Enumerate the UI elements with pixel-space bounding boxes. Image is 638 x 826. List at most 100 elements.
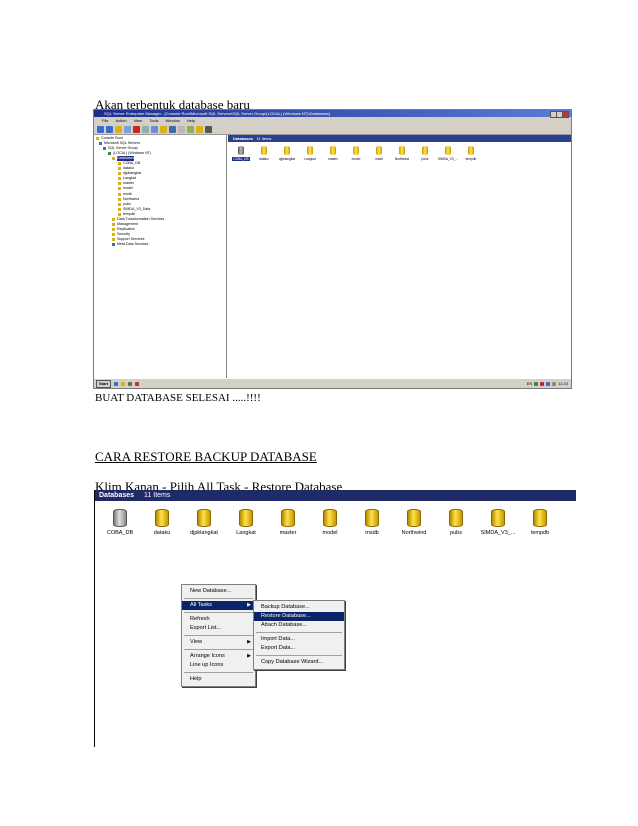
database-item[interactable]: dataku — [141, 509, 183, 536]
database-item[interactable]: djpklangkat — [183, 509, 225, 536]
enterprise-manager-icon[interactable] — [135, 381, 140, 386]
menu-copy-database-wizard[interactable]: Copy Database Wizard... — [254, 658, 344, 667]
database-item[interactable]: tempdb — [461, 146, 481, 161]
database-item[interactable]: master — [323, 146, 343, 161]
database-icon — [118, 212, 121, 216]
menu-arrange-icons[interactable]: Arrange Icons ▶ — [182, 652, 255, 661]
database-item[interactable]: pubs — [415, 146, 435, 161]
tray-icon[interactable] — [546, 381, 551, 386]
menu-separator — [184, 612, 253, 613]
database-icon — [281, 509, 295, 527]
start-button[interactable]: Start — [96, 379, 112, 388]
database-icon[interactable] — [196, 125, 203, 133]
folder-icon — [112, 222, 115, 226]
database-item[interactable]: tempdb — [519, 509, 561, 536]
refresh-icon[interactable] — [151, 125, 158, 133]
tree-item[interactable]: Meta Data Services — [94, 242, 226, 247]
menu-help[interactable]: Help — [187, 117, 195, 124]
database-icon — [118, 197, 121, 201]
caption-finished: BUAT DATABASE SELESAI .....!!!! — [95, 392, 261, 404]
database-item[interactable]: msdb — [351, 509, 393, 536]
menu-separator — [184, 598, 253, 599]
wizard-icon[interactable] — [178, 125, 185, 133]
language-indicator[interactable]: EN — [527, 381, 533, 386]
menu-line-up-icons[interactable]: Line up Icons — [182, 661, 255, 670]
database-item[interactable]: COBA_DB — [99, 509, 141, 536]
database-icon — [118, 192, 121, 196]
up-folder-icon[interactable] — [115, 125, 122, 133]
new-icon[interactable] — [187, 125, 194, 133]
database-icon — [118, 187, 121, 191]
tray-icon[interactable] — [540, 381, 545, 386]
forward-icon[interactable] — [106, 125, 113, 133]
database-item[interactable]: dataku — [254, 146, 274, 161]
back-icon[interactable] — [97, 125, 104, 133]
clock[interactable]: 11:23 — [558, 381, 568, 386]
database-icon — [118, 172, 121, 176]
window-title-bar: SQL Server Enterprise Manager - [Console… — [94, 110, 571, 118]
menu-refresh[interactable]: Refresh — [182, 615, 255, 624]
menu-attach-database[interactable]: Attach Database... — [254, 621, 344, 630]
folder-icon — [112, 243, 115, 246]
database-item[interactable]: Northwind — [393, 509, 435, 536]
menu-restore-database[interactable]: Restore Database... — [254, 612, 344, 621]
menu-export-list[interactable]: Export List... — [182, 624, 255, 633]
menu-backup-database[interactable]: Backup Database... — [254, 603, 344, 612]
database-icon — [197, 509, 211, 527]
database-item[interactable]: model — [346, 146, 366, 161]
submenu-arrow-icon: ▶ — [247, 653, 251, 659]
database-icon — [323, 509, 337, 527]
menu-file[interactable]: File — [102, 117, 108, 124]
database-item[interactable]: Langkat — [300, 146, 320, 161]
database-item[interactable]: COBA_DB — [231, 146, 251, 161]
close-icon[interactable] — [562, 111, 569, 118]
export-icon[interactable] — [160, 125, 167, 133]
database-icon — [155, 509, 169, 527]
database-item[interactable]: msdb — [369, 146, 389, 161]
database-item[interactable]: pubs — [435, 509, 477, 536]
menu-help[interactable]: Help — [182, 675, 255, 684]
help-icon[interactable] — [169, 125, 176, 133]
menu-tools[interactable]: Tools — [149, 117, 158, 124]
server-icon — [99, 142, 102, 146]
database-icon — [422, 146, 428, 155]
explorer-icon[interactable] — [121, 381, 126, 386]
menu-bar: File Action View Tools Window Help — [94, 117, 571, 124]
database-item[interactable]: Northwind — [392, 146, 412, 161]
menu-view[interactable]: View — [134, 117, 143, 124]
window-title: SQL Server Enterprise Manager - [Console… — [104, 111, 330, 116]
menu-export-data[interactable]: Export Data... — [254, 644, 344, 653]
database-icon — [238, 146, 244, 155]
menu-separator — [256, 655, 342, 656]
database-icon — [399, 146, 405, 155]
database-item[interactable]: model — [309, 509, 351, 536]
tree-icon[interactable] — [124, 125, 131, 133]
database-icon — [533, 509, 547, 527]
menu-window[interactable]: Window — [166, 117, 180, 124]
database-icon — [376, 146, 382, 155]
database-item[interactable]: Langkat — [225, 509, 267, 536]
database-item[interactable]: SIMDA_V3_... — [438, 146, 458, 161]
menu-import-data[interactable]: Import Data... — [254, 635, 344, 644]
menu-all-tasks[interactable]: All Tasks ▶ — [182, 601, 255, 610]
database-icon — [491, 509, 505, 527]
database-item[interactable]: SIMDA_V3_... — [477, 509, 519, 536]
properties-icon[interactable] — [142, 125, 149, 133]
tray-icon[interactable] — [534, 381, 539, 386]
menu-new-database[interactable]: New Database... — [182, 587, 255, 596]
app-icon[interactable] — [128, 381, 133, 386]
folder-icon — [112, 237, 115, 241]
database-item[interactable]: djpklangkat — [277, 146, 297, 161]
delete-icon[interactable] — [133, 125, 140, 133]
ie-icon[interactable] — [114, 381, 119, 386]
database-item[interactable]: master — [267, 509, 309, 536]
menu-action[interactable]: Action — [115, 117, 126, 124]
database-icon — [118, 182, 121, 186]
system-tray: EN 11:23 — [527, 381, 568, 386]
query-icon[interactable] — [205, 125, 212, 133]
tray-icon[interactable] — [552, 381, 557, 386]
folder-icon — [112, 217, 115, 221]
database-icon — [239, 509, 253, 527]
menu-view[interactable]: View ▶ — [182, 638, 255, 647]
menu-separator — [184, 672, 253, 673]
